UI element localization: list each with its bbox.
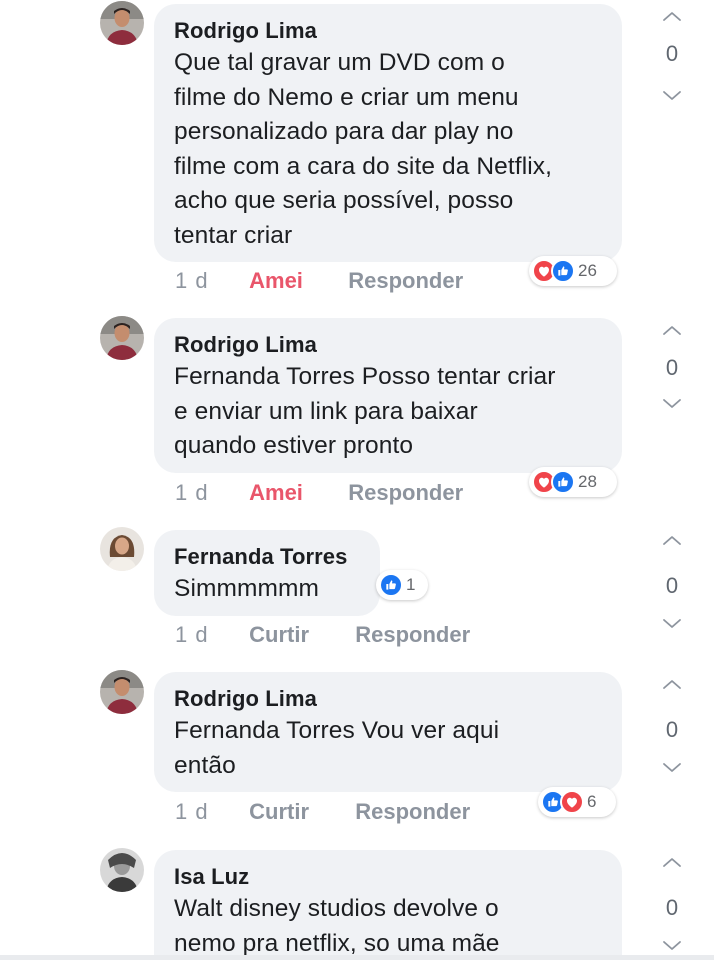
thumbs-up-icon [551,259,575,283]
downvote-chevron-down-icon[interactable] [650,756,694,780]
comment-bubble: Fernanda Torres Simmmmmm [154,530,380,616]
love-reaction-button[interactable]: Amei [249,266,342,296]
love-reaction-button[interactable]: Amei [249,478,342,508]
vote-control: 0 [650,850,694,958]
comment-author[interactable]: Rodrigo Lima [174,16,602,46]
comment-author[interactable]: Fernanda Torres [174,542,360,572]
downvote-chevron-down-icon[interactable] [650,612,694,636]
vote-control: 0 [650,672,694,780]
downvote-chevron-down-icon[interactable] [650,392,694,416]
like-button[interactable]: Curtir [249,620,349,650]
avatar[interactable] [100,316,144,360]
comment-author[interactable]: Rodrigo Lima [174,684,602,714]
comment-bubble: Rodrigo Lima Fernanda Torres Vou ver aqu… [154,672,622,792]
vote-score: 0 [665,355,679,380]
comment-text: Que tal gravar um DVD com o filme do Nem… [174,49,553,249]
reaction-summary[interactable]: 28 [529,467,617,497]
comment-text: Simmmmmm [174,575,320,602]
like-button[interactable]: Curtir [249,797,349,827]
comment-actions: 1 d Amei Responder [175,478,463,508]
vote-score: 0 [665,573,679,598]
comment-text: Fernanda Torres Vou ver aqui então [174,717,500,779]
vote-score: 0 [665,41,679,66]
comment-actions: 1 d Curtir Responder [175,797,470,827]
downvote-chevron-down-icon[interactable] [650,84,694,108]
comment-text: Walt disney studios devolve o nemo pra n… [174,895,500,957]
thumbs-up-icon [379,573,403,597]
comment-bubble: Rodrigo Lima Que tal gravar um DVD com o… [154,4,622,262]
vote-score: 0 [665,717,679,742]
avatar[interactable] [100,848,144,892]
reply-button[interactable]: Responder [348,478,463,508]
comment-bubble: Isa Luz Walt disney studios devolve o ne… [154,850,622,960]
comment-actions: 1 d Curtir Responder [175,620,470,650]
upvote-chevron-up-icon[interactable] [650,528,694,552]
reaction-count: 28 [578,472,597,491]
comment-actions: 1 d Amei Responder [175,266,463,296]
comment-author[interactable]: Rodrigo Lima [174,330,602,360]
reaction-summary[interactable]: 1 [376,570,428,600]
reply-button[interactable]: Responder [355,797,470,827]
upvote-chevron-up-icon[interactable] [650,672,694,696]
reaction-summary[interactable]: 6 [538,787,616,817]
comment-timestamp[interactable]: 1 d [175,797,243,827]
comment-timestamp[interactable]: 1 d [175,266,243,296]
avatar[interactable] [100,670,144,714]
reaction-count: 26 [578,261,597,280]
thumbs-up-icon [551,470,575,494]
vote-control: 0 [650,318,694,416]
comment-author[interactable]: Isa Luz [174,862,602,892]
vote-control: 0 [650,528,694,636]
upvote-chevron-up-icon[interactable] [650,4,694,28]
avatar[interactable] [100,527,144,571]
comment-timestamp[interactable]: 1 d [175,478,243,508]
upvote-chevron-up-icon[interactable] [650,318,694,342]
avatar[interactable] [100,1,144,45]
comment-timestamp[interactable]: 1 d [175,620,243,650]
upvote-chevron-up-icon[interactable] [650,850,694,874]
heart-icon [560,790,584,814]
reaction-count: 6 [587,792,597,811]
vote-score: 0 [665,895,679,920]
reaction-summary[interactable]: 26 [529,256,617,286]
reply-button[interactable]: Responder [348,266,463,296]
comment-text: Fernanda Torres Posso tentar criar e env… [174,363,556,459]
reaction-count: 1 [406,575,416,594]
divider [0,955,714,960]
comment-bubble: Rodrigo Lima Fernanda Torres Posso tenta… [154,318,622,473]
vote-control: 0 [650,4,694,108]
reply-button[interactable]: Responder [355,620,470,650]
